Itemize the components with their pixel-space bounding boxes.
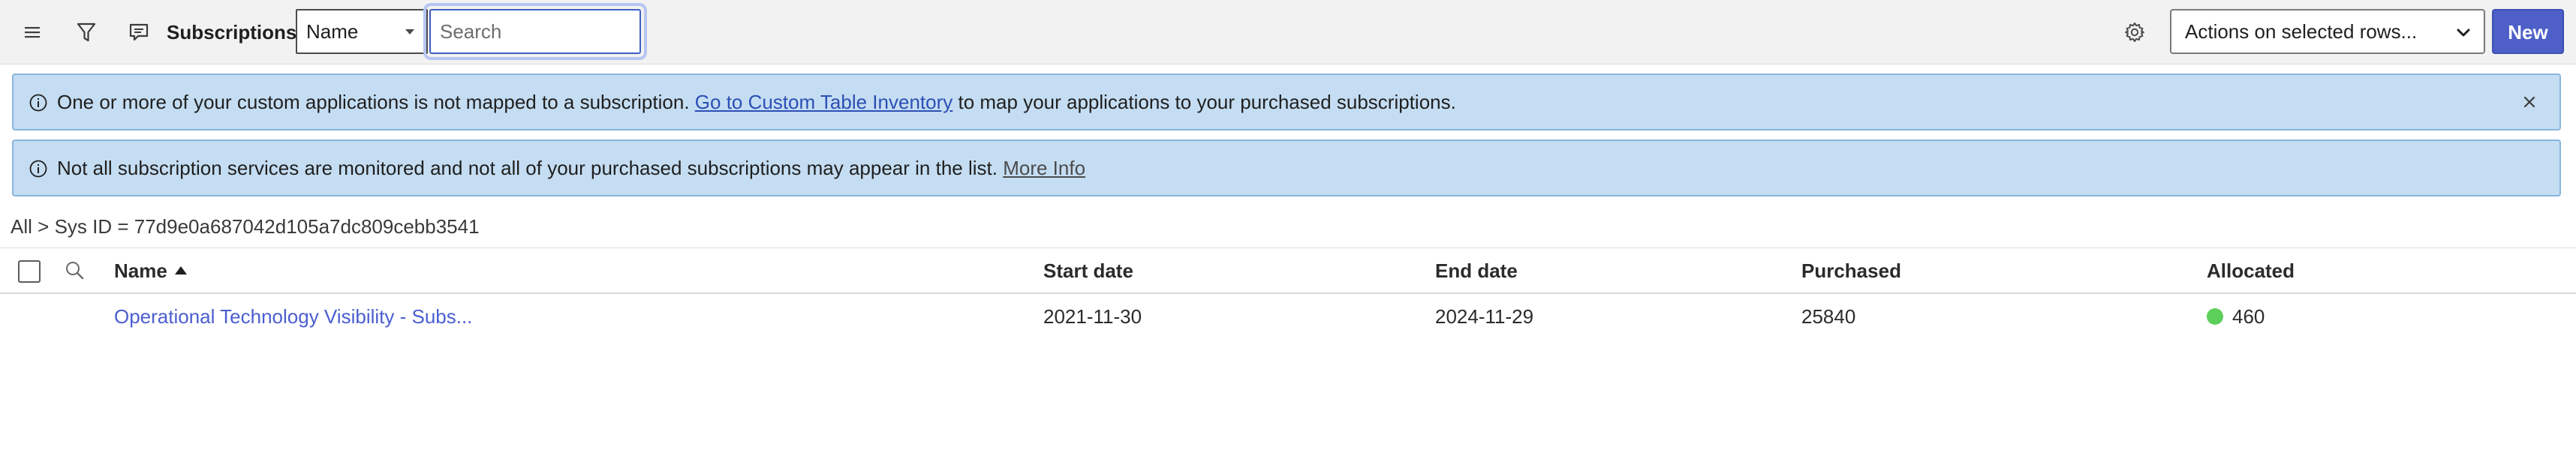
chat-icon[interactable] bbox=[122, 15, 156, 50]
breadcrumb: All > Sys ID = 77d9e0a687042d105a7dc809c… bbox=[11, 212, 480, 242]
allocated-cell: 460 bbox=[2232, 305, 2265, 328]
select-all-checkbox[interactable] bbox=[18, 260, 41, 283]
banner-text: Not all subscription services are monito… bbox=[57, 157, 998, 179]
search-input[interactable] bbox=[429, 9, 641, 54]
breadcrumb-all[interactable]: All bbox=[11, 215, 32, 238]
search-focus-ring bbox=[426, 6, 644, 57]
filter-icon[interactable] bbox=[69, 15, 104, 50]
column-header-allocated[interactable]: Allocated bbox=[2207, 248, 2295, 293]
banner-text-after: to map your applications to your purchas… bbox=[952, 91, 1456, 113]
start-date-cell: 2021-11-30 bbox=[1043, 305, 1142, 328]
column-header-label: Name bbox=[114, 260, 167, 282]
gear-icon[interactable] bbox=[2117, 15, 2153, 50]
more-info-link[interactable]: More Info bbox=[1003, 157, 1085, 179]
breadcrumb-filter[interactable]: Sys ID = 77d9e0a687042d105a7dc809cebb354… bbox=[55, 215, 480, 238]
end-date-cell: 2024-11-29 bbox=[1435, 305, 1534, 328]
chevron-down-icon bbox=[2457, 28, 2470, 37]
banner-message: One or more of your custom applications … bbox=[57, 75, 1456, 129]
purchased-cell: 25840 bbox=[1801, 305, 1856, 328]
info-icon bbox=[29, 160, 47, 178]
search-field-value: Name bbox=[306, 20, 359, 43]
search-field-select[interactable]: Name bbox=[296, 9, 428, 54]
column-header-start-date[interactable]: Start date bbox=[1043, 248, 1133, 293]
table-header: Name Start date End date Purchased Alloc… bbox=[0, 248, 2576, 294]
banner-text: One or more of your custom applications … bbox=[57, 91, 690, 113]
column-header-purchased[interactable]: Purchased bbox=[1801, 248, 1901, 293]
menu-icon[interactable] bbox=[15, 15, 50, 50]
table-row: Operational Technology Visibility - Subs… bbox=[0, 294, 2576, 339]
info-banner-unmapped-apps: One or more of your custom applications … bbox=[12, 74, 2561, 130]
new-button[interactable]: New bbox=[2492, 9, 2564, 54]
subscription-name-link[interactable]: Operational Technology Visibility - Subs… bbox=[114, 294, 472, 339]
close-icon[interactable] bbox=[2519, 92, 2540, 112]
column-header-name[interactable]: Name bbox=[114, 248, 187, 293]
caret-down-icon bbox=[405, 29, 414, 34]
info-banner-monitoring: Not all subscription services are monito… bbox=[12, 140, 2561, 196]
list-header: Subscriptions Name Actions on selected r… bbox=[0, 0, 2576, 64]
status-indicator-icon bbox=[2207, 308, 2223, 325]
banner-message: Not all subscription services are monito… bbox=[57, 141, 1085, 195]
info-icon bbox=[29, 94, 47, 112]
breadcrumb-separator: > bbox=[38, 215, 50, 238]
actions-select[interactable]: Actions on selected rows... bbox=[2170, 9, 2485, 54]
page-title: Subscriptions bbox=[167, 21, 297, 44]
search-icon[interactable] bbox=[63, 259, 87, 283]
column-header-end-date[interactable]: End date bbox=[1435, 248, 1518, 293]
actions-select-value: Actions on selected rows... bbox=[2185, 20, 2418, 43]
sort-ascending-icon bbox=[174, 266, 187, 274]
custom-table-inventory-link[interactable]: Go to Custom Table Inventory bbox=[695, 91, 952, 113]
